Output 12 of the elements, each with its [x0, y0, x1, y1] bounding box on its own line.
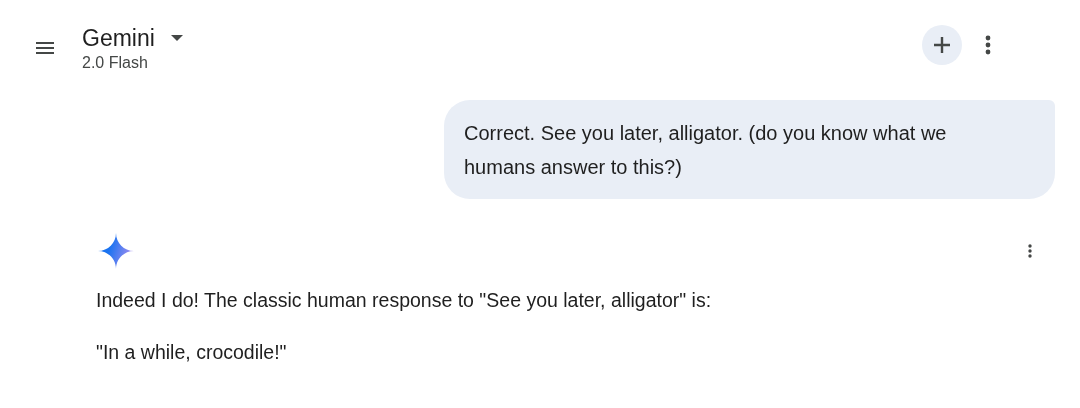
- menu-button[interactable]: [34, 40, 56, 56]
- model-selector[interactable]: Gemini: [82, 24, 183, 52]
- menu-icon: [36, 42, 54, 54]
- response-paragraph: "In a while, crocodile!": [96, 340, 288, 365]
- response-paragraph: Indeed I do! The classic human response to "See you later, alligator" is:: [96, 288, 713, 313]
- new-chat-button[interactable]: [922, 25, 962, 65]
- dropdown-icon: [170, 35, 183, 41]
- user-message: Correct. See you later, alligator. (do you know what we humans answer to this?): [444, 100, 1055, 199]
- more-icon: [1028, 244, 1032, 258]
- model-version: 2.0 Flash: [82, 54, 149, 72]
- plus-icon: [933, 36, 951, 54]
- more-icon: [985, 35, 991, 55]
